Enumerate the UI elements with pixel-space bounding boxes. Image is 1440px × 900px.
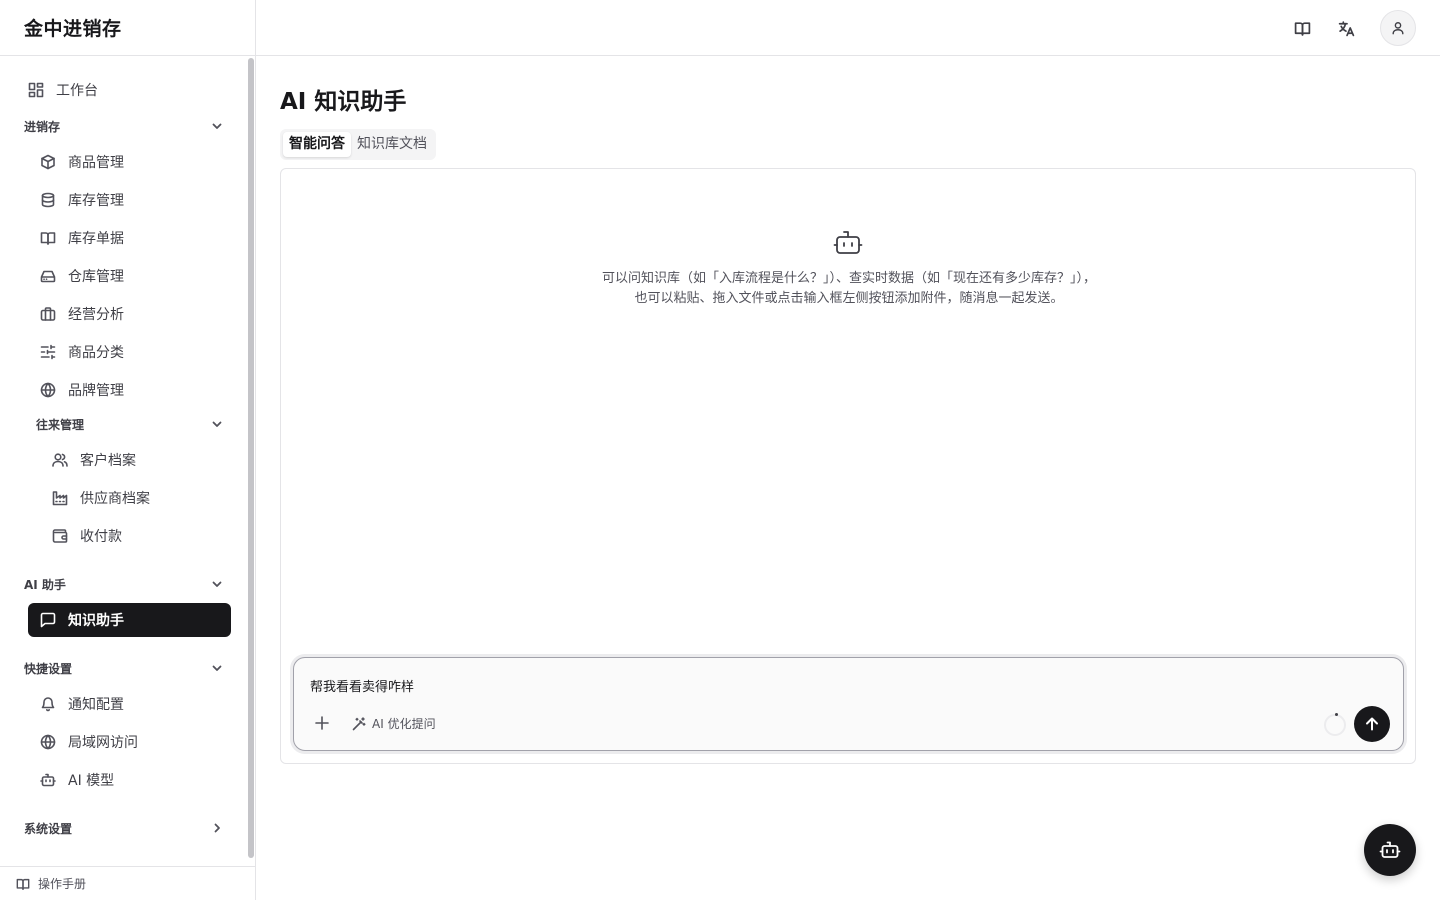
sidebar-item-customers[interactable]: 客户档案: [40, 443, 231, 477]
globe-icon: [40, 382, 56, 398]
sidebar-item-stock-docs[interactable]: 库存单据: [28, 221, 231, 255]
sidebar-item-label: 收付款: [80, 529, 122, 545]
sidebar-item-knowledge-assistant[interactable]: 知识助手: [28, 603, 231, 637]
send-button[interactable]: [1354, 706, 1390, 742]
user-avatar-button[interactable]: [1380, 10, 1416, 46]
bell-icon: [40, 696, 56, 712]
tab-knowledge-docs[interactable]: 知识库文档: [351, 132, 433, 157]
section-quick-settings[interactable]: 快捷设置: [24, 656, 224, 680]
sidebar-item-label: 仓库管理: [68, 269, 124, 285]
book-open-icon: [1294, 21, 1310, 36]
chevron-right-icon: [214, 823, 220, 833]
sidebar-item-label: 通知配置: [68, 697, 124, 713]
language-button[interactable]: [1328, 10, 1364, 46]
wand-icon: [352, 716, 366, 730]
section-partners[interactable]: 往来管理: [36, 412, 224, 436]
chevron-down-icon: [212, 123, 222, 129]
sidebar-item-lan-access[interactable]: 局域网访问: [28, 725, 231, 759]
sidebar-item-label: 商品管理: [68, 155, 124, 171]
sidebar-item-label: 知识助手: [68, 613, 124, 629]
sidebar-item-label: 库存管理: [68, 193, 124, 209]
message-input[interactable]: 帮我看看卖得咋样: [310, 676, 414, 695]
sidebar-nav: 工作台 进销存 商品管理 库存管理 库存单据 仓库管理 经营分析 商品分类 品牌…: [0, 56, 248, 866]
sidebar-item-notifications[interactable]: 通知配置: [28, 687, 231, 721]
sidebar-item-stock[interactable]: 库存管理: [28, 183, 231, 217]
languages-icon: [1338, 20, 1354, 36]
section-inventory[interactable]: 进销存: [24, 114, 224, 138]
sidebar-item-label: 经营分析: [68, 307, 124, 323]
sidebar-item-analytics[interactable]: 经营分析: [28, 297, 231, 331]
sidebar-item-label: 局域网访问: [68, 735, 138, 751]
bot-icon: [1379, 841, 1401, 858]
sidebar-item-payments[interactable]: 收付款: [40, 519, 231, 553]
page-title: AI 知识助手: [280, 89, 407, 115]
section-label: 往来管理: [36, 417, 85, 432]
sidebar-item-label: AI 模型: [68, 773, 115, 789]
hard-drive-icon: [40, 268, 56, 284]
sidebar-item-label: 工作台: [56, 83, 98, 99]
tab-bar: 智能问答 知识库文档: [280, 129, 436, 160]
loading-spinner: [1324, 713, 1346, 736]
section-label: AI 助手: [24, 577, 66, 592]
sidebar-item-label: 客户档案: [80, 453, 136, 469]
ai-optimize-button[interactable]: AI 优化提问: [352, 715, 436, 732]
package-icon: [40, 154, 56, 170]
section-label: 快捷设置: [24, 661, 73, 676]
sidebar-item-label: 库存单据: [68, 231, 124, 247]
brand-title: 金中进销存: [0, 0, 255, 56]
plus-icon: [315, 716, 329, 730]
chat-panel: 可以问知识库（如「入库流程是什么？」）、查实时数据（如「现在还有多少库存？」），…: [280, 168, 1416, 764]
tab-smart-qa[interactable]: 智能问答: [283, 132, 351, 157]
dashboard-icon: [28, 82, 44, 98]
section-system-settings[interactable]: 系统设置: [24, 816, 224, 840]
ai-optimize-label: AI 优化提问: [372, 717, 436, 731]
chevron-down-icon: [212, 581, 222, 587]
sidebar-item-label: 商品分类: [68, 345, 124, 361]
add-attachment-button[interactable]: [312, 713, 332, 733]
message-composer[interactable]: 帮我看看卖得咋样 AI 优化提问: [293, 657, 1404, 751]
section-label: 进销存: [24, 119, 61, 134]
section-label: 系统设置: [24, 821, 73, 836]
book-open-icon: [16, 878, 30, 890]
sidebar: 金中进销存 工作台 进销存 商品管理 库存管理 库存单据 仓库管理 经营分析 商…: [0, 0, 256, 900]
book-open-icon: [40, 230, 56, 246]
sidebar-item-workbench[interactable]: 工作台: [24, 73, 224, 107]
docs-button[interactable]: [1284, 10, 1320, 46]
section-ai[interactable]: AI 助手: [24, 572, 224, 596]
sidebar-item-products[interactable]: 商品管理: [28, 145, 231, 179]
chevron-down-icon: [212, 421, 222, 427]
briefcase-icon: [40, 306, 56, 322]
chevron-down-icon: [212, 665, 222, 671]
empty-hint-line-2: 也可以粘贴、拖入文件或点击输入框左侧按钮添加附件，随消息一起发送。: [634, 291, 1064, 306]
manual-link[interactable]: 操作手册: [0, 866, 256, 900]
sidebar-item-brands[interactable]: 品牌管理: [28, 373, 231, 407]
manual-label: 操作手册: [38, 877, 87, 891]
sliders-icon: [40, 344, 56, 360]
floating-assistant-button[interactable]: [1364, 824, 1416, 876]
bot-icon: [40, 772, 56, 788]
message-square-icon: [40, 612, 56, 628]
sidebar-item-label: 品牌管理: [68, 383, 124, 399]
globe-icon: [40, 734, 56, 750]
app-root: 金中进销存 工作台 进销存 商品管理 库存管理 库存单据 仓库管理 经营分析 商…: [0, 0, 1440, 900]
bot-icon: [833, 229, 863, 257]
wallet-icon: [52, 528, 68, 544]
sidebar-item-warehouse[interactable]: 仓库管理: [28, 259, 231, 293]
arrow-up-icon: [1366, 717, 1378, 731]
sidebar-item-categories[interactable]: 商品分类: [28, 335, 231, 369]
user-icon: [1392, 22, 1404, 35]
factory-icon: [52, 490, 68, 506]
users-icon: [52, 452, 68, 468]
sidebar-item-ai-model[interactable]: AI 模型: [28, 763, 231, 797]
sidebar-item-suppliers[interactable]: 供应商档案: [40, 481, 231, 515]
empty-hint-line-1: 可以问知识库（如「入库流程是什么？」）、查实时数据（如「现在还有多少库存？」），: [601, 271, 1096, 286]
top-header: [256, 0, 1440, 56]
sidebar-item-label: 供应商档案: [80, 491, 150, 507]
sidebar-scrollbar[interactable]: [248, 58, 254, 858]
database-icon: [40, 192, 56, 208]
